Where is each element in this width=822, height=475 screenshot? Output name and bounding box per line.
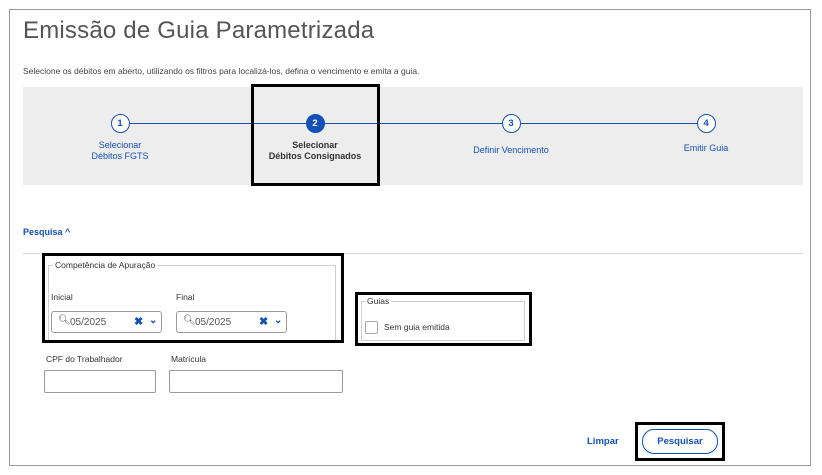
step-label-1: Selecionar Débitos FGTS xyxy=(35,140,205,162)
matricula-field[interactable] xyxy=(169,370,343,393)
step-label-4: Emitir Guia xyxy=(621,143,791,154)
step-label-3-line1: Definir Vencimento xyxy=(473,145,549,155)
step-number-1: 1 xyxy=(110,114,130,133)
cpf-field[interactable] xyxy=(44,370,156,393)
step-label-4-line1: Emitir Guia xyxy=(683,143,729,153)
step-label-3: Definir Vencimento xyxy=(426,145,596,156)
page-frame xyxy=(9,9,811,466)
step-3[interactable]: 3 Definir Vencimento xyxy=(426,114,596,156)
highlight-guias xyxy=(355,292,532,346)
step-number-4: 4 xyxy=(696,114,716,133)
matricula-label: Matrícula xyxy=(171,354,206,364)
cpf-label: CPF do Trabalhador xyxy=(46,354,123,364)
step-label-1-line2: Débitos FGTS xyxy=(91,151,149,161)
step-4[interactable]: 4 Emitir Guia xyxy=(621,114,791,154)
step-number-3: 3 xyxy=(501,114,521,133)
step-1[interactable]: 1 Selecionar Débitos FGTS xyxy=(35,114,205,162)
step-label-1-line1: Selecionar xyxy=(98,140,142,150)
pesquisa-toggle[interactable]: Pesquisa ^ xyxy=(23,227,70,237)
stepper: 1 Selecionar Débitos FGTS 2 Selecionar D… xyxy=(23,87,803,185)
page-title: Emissão de Guia Parametrizada xyxy=(23,17,375,44)
clear-button[interactable]: Limpar xyxy=(587,436,619,447)
highlight-competencia xyxy=(42,253,344,343)
pesquisa-toggle-label: Pesquisa xyxy=(23,227,63,237)
chevron-up-icon: ^ xyxy=(65,227,71,237)
page-subtitle: Selecione os débitos em aberto, utilizan… xyxy=(23,66,420,76)
highlight-active-step xyxy=(251,84,380,186)
stepper-connector-line xyxy=(120,123,706,124)
highlight-search-button xyxy=(635,422,725,461)
